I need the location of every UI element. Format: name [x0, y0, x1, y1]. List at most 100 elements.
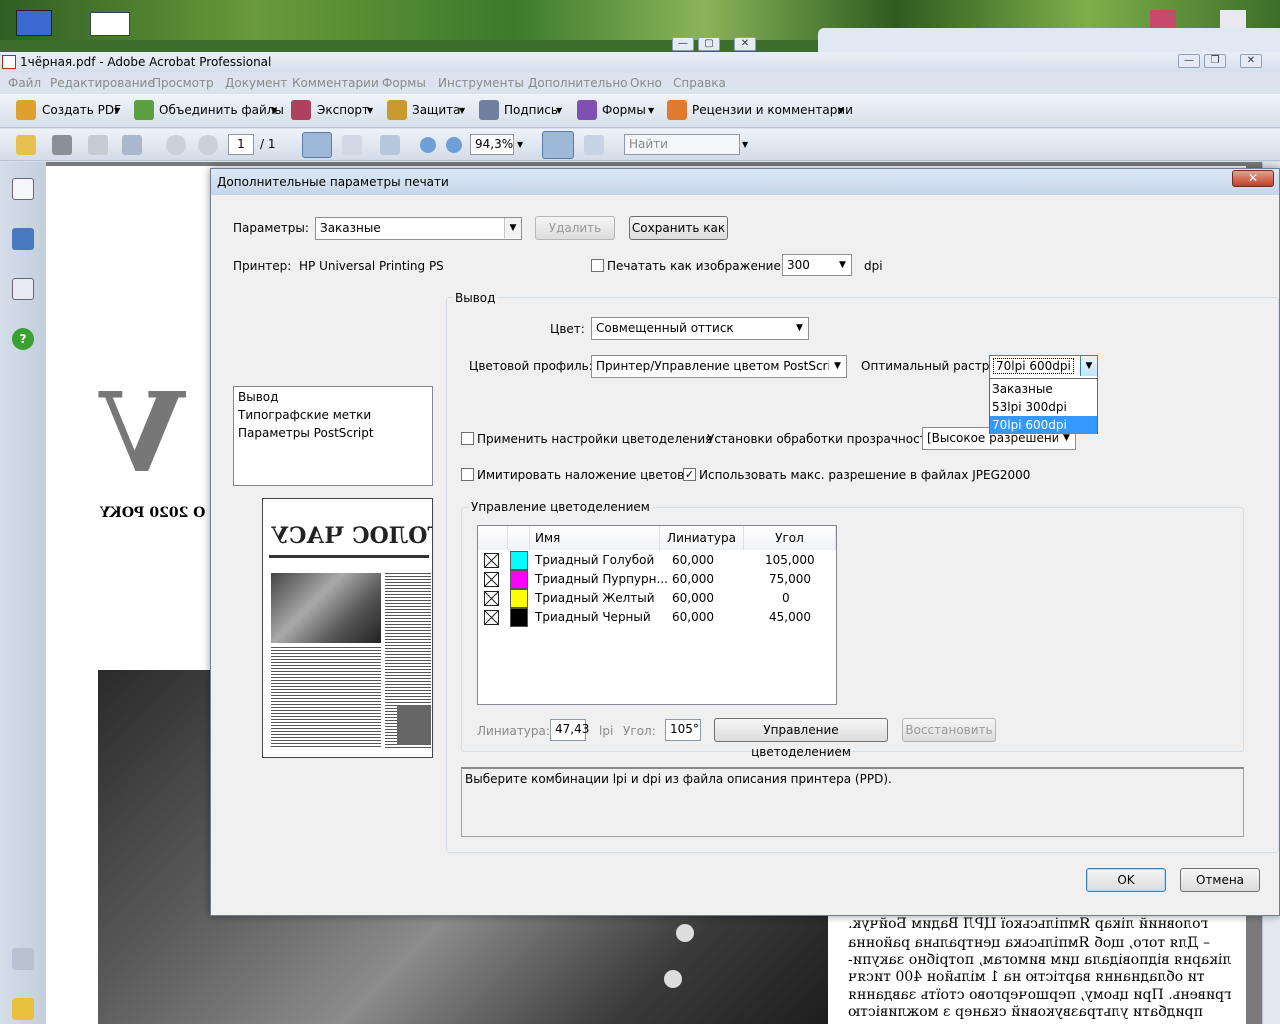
section-list[interactable]: Вывод Типографские метки Параметры PostS… [233, 386, 433, 486]
create-pdf-button[interactable]: Создать PDF [42, 103, 121, 117]
select-tool-icon[interactable] [302, 132, 332, 158]
restore-button[interactable]: Восстановить [902, 718, 996, 742]
raster-option-70lpi[interactable]: 70lpi 600dpi [990, 416, 1097, 434]
menu-advanced[interactable]: Дополнительно [528, 76, 628, 90]
raster-option-53lpi[interactable]: 53lpi 300dpi [990, 398, 1097, 416]
chevron-down-icon[interactable]: ▼ [838, 106, 844, 115]
ink-checkbox[interactable] [484, 591, 499, 606]
page-number-input[interactable]: 1 [228, 134, 254, 155]
combine-files-icon [134, 100, 154, 120]
lineature-input[interactable]: 47,43 [550, 719, 589, 741]
bookmarks-icon[interactable] [12, 228, 34, 250]
section-item-output[interactable]: Вывод [238, 390, 278, 404]
profile-value: Принтер/Управление цветом PostScript [596, 359, 844, 373]
fit-width-icon[interactable] [542, 131, 574, 159]
review-comment-button[interactable]: Рецензии и комментарии [692, 103, 853, 117]
minimize-icon[interactable]: — [672, 37, 694, 51]
dpi-select[interactable]: 300 ▼ [782, 254, 852, 276]
menu-comments[interactable]: Комментарии [292, 76, 379, 90]
save-as-button[interactable]: Сохранить как [629, 216, 728, 240]
ink-checkbox[interactable] [484, 553, 499, 568]
ok-button[interactable]: OK [1086, 868, 1166, 892]
close-icon[interactable]: ✕ [734, 37, 756, 51]
zoom-in-icon[interactable] [446, 137, 462, 153]
signatures-icon[interactable] [12, 278, 34, 300]
acrobat-close-icon[interactable]: ✕ [1240, 54, 1262, 68]
chevron-down-icon[interactable]: ▼ [367, 106, 373, 115]
cancel-button[interactable]: Отмена [1180, 868, 1260, 892]
chevron-down-icon[interactable]: ▼ [271, 106, 277, 115]
export-button[interactable]: Экспорт [317, 103, 369, 117]
find-input[interactable]: Найти [624, 134, 740, 155]
chevron-down-icon[interactable]: ▼ [648, 106, 654, 115]
section-item-postscript[interactable]: Параметры PostScript [238, 426, 374, 440]
ink-checkbox[interactable] [484, 572, 499, 587]
email-icon[interactable] [122, 135, 142, 155]
prev-page-icon[interactable] [166, 135, 186, 155]
col-angle-header[interactable]: Угол [744, 526, 836, 550]
print-as-image-checkbox[interactable] [591, 259, 604, 272]
separation-manager-button[interactable]: Управление цветоделением [714, 718, 888, 759]
chevron-down-icon[interactable]: ▼ [459, 106, 465, 115]
combine-files-button[interactable]: Объединить файлы [159, 103, 284, 117]
maximize-icon[interactable]: ▢ [698, 37, 720, 51]
chevron-down-icon[interactable]: ▼ [556, 106, 562, 115]
sign-button[interactable]: Подпись [504, 103, 558, 117]
delete-button[interactable]: Удалить [535, 216, 615, 240]
forms-icon [577, 100, 597, 120]
menu-window[interactable]: Окно [630, 76, 662, 90]
inks-table[interactable]: Имя Линиатура Угол Триадный Голубой 60,0… [477, 525, 837, 705]
col-name-header[interactable]: Имя [530, 526, 660, 550]
pages-icon[interactable] [12, 178, 34, 200]
table-row[interactable]: Триадный Пурпурн... 60,000 75,000 [478, 570, 836, 589]
ink-checkbox[interactable] [484, 610, 499, 625]
acrobat-restore-icon[interactable]: ❐ [1204, 54, 1226, 68]
table-row[interactable]: Триадный Черный 60,000 45,000 [478, 608, 836, 627]
window-title: 1чёрная.pdf - Adobe Acrobat Professional [20, 55, 272, 69]
params-select[interactable]: Заказные ▼ [315, 217, 522, 240]
security-button[interactable]: Защита [412, 103, 461, 117]
col-lpi-header[interactable]: Линиатура [660, 526, 744, 550]
profile-select[interactable]: Принтер/Управление цветом PostScript ▼ [591, 355, 847, 378]
chevron-down-icon[interactable]: ▼ [114, 106, 120, 115]
acrobat-minimize-icon[interactable]: — [1178, 54, 1200, 68]
raster-select[interactable]: 70lpi 600dpi ▼ [989, 355, 1098, 379]
section-item-marks[interactable]: Типографские метки [238, 408, 371, 422]
simulate-overprint-checkbox[interactable] [461, 468, 474, 481]
zoom-dropdown-icon[interactable]: ▼ [517, 140, 523, 149]
desktop-icon-word[interactable] [90, 12, 130, 36]
dialog-close-icon[interactable]: ✕ [1232, 170, 1274, 187]
comments-icon[interactable] [12, 998, 34, 1020]
table-row[interactable]: Триадный Голубой 60,000 105,000 [478, 551, 836, 570]
hand-tool-icon[interactable] [342, 135, 362, 155]
attachment-icon[interactable] [12, 948, 34, 970]
color-select[interactable]: Совмещенный оттиск ▼ [591, 317, 809, 340]
menu-forms[interactable]: Формы [382, 76, 426, 90]
open-folder-icon[interactable] [16, 135, 36, 155]
jpeg2000-checkbox[interactable]: ✓ [683, 468, 696, 481]
help-icon[interactable]: ? [12, 328, 34, 350]
col-check-header [478, 526, 508, 550]
menu-view[interactable]: Просмотр [152, 76, 214, 90]
save-icon[interactable] [88, 135, 108, 155]
fit-page-icon[interactable] [584, 135, 604, 155]
zoom-tool-icon[interactable] [380, 135, 400, 155]
menu-tools[interactable]: Инструменты [438, 76, 524, 90]
apply-separation-checkbox[interactable] [461, 432, 474, 445]
next-page-icon[interactable] [198, 135, 218, 155]
article-line-6: придбати ультразвуковий сканер з можливі… [848, 1004, 1203, 1020]
menu-edit[interactable]: Редактирование [50, 76, 155, 90]
find-dropdown-icon[interactable]: ▼ [742, 140, 748, 149]
forms-button[interactable]: Формы [602, 103, 646, 117]
raster-option-custom[interactable]: Заказные [990, 380, 1097, 398]
zoom-level-input[interactable]: 94,3% [470, 134, 514, 155]
raster-dropdown-list[interactable]: Заказные 53lpi 300dpi 70lpi 600dpi [989, 378, 1098, 434]
angle-input[interactable]: 105° [665, 719, 701, 741]
menu-document[interactable]: Документ [225, 76, 287, 90]
print-icon[interactable] [52, 135, 72, 155]
table-row[interactable]: Триадный Желтый 60,000 0 [478, 589, 836, 608]
desktop-icon-monitor[interactable] [16, 10, 52, 36]
zoom-out-icon[interactable] [420, 137, 436, 153]
menu-file[interactable]: Файл [8, 76, 41, 90]
menu-help[interactable]: Справка [673, 76, 726, 90]
